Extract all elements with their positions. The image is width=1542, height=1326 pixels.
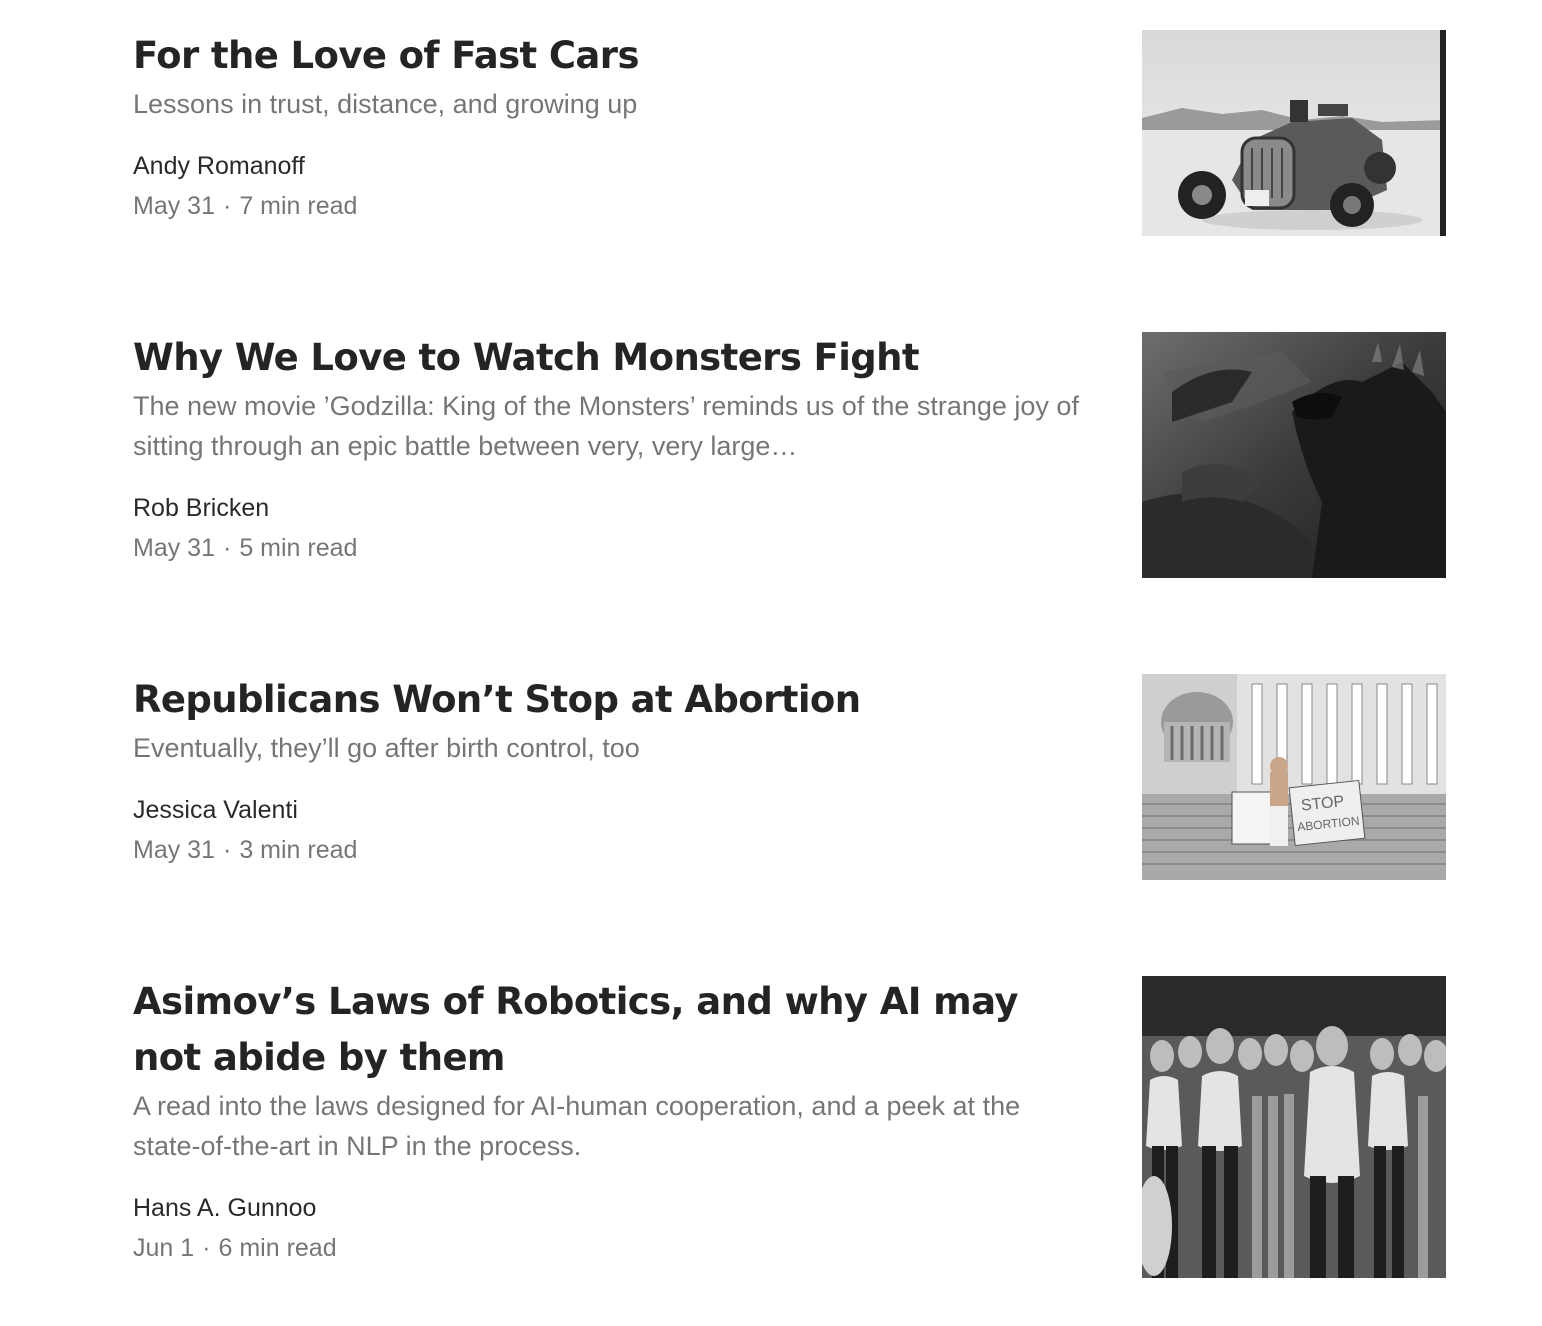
meta-separator: · <box>222 534 232 562</box>
story-read-time: 7 min read <box>239 192 358 220</box>
story-date: May 31 <box>133 836 215 864</box>
story-author[interactable]: Rob Bricken <box>133 490 269 526</box>
story-thumbnail-image[interactable]: STOP ABORTION <box>1142 674 1446 880</box>
story-text: Why We Love to Watch Monsters Fight The … <box>133 330 1083 566</box>
story-date: May 31 <box>133 534 215 562</box>
story-meta: May 31 · 5 min read <box>133 530 1083 566</box>
story-read-time: 5 min read <box>239 534 358 562</box>
meta-separator: · <box>222 836 232 864</box>
story-read-time: 3 min read <box>239 836 358 864</box>
story-author[interactable]: Hans A. Gunnoo <box>133 1190 316 1226</box>
story-subtitle: A read into the laws designed for AI-hum… <box>133 1091 1021 1161</box>
story-feed: For the Love of Fast Cars Lessons in tru… <box>0 0 1542 1326</box>
meta-separator: · <box>222 192 232 220</box>
story-title[interactable]: Republicans Won’t Stop at Abortion <box>133 672 1083 728</box>
story-title[interactable]: Why We Love to Watch Monsters Fight <box>133 330 1083 386</box>
story-text: Asimov’s Laws of Robotics, and why AI ma… <box>133 974 1083 1266</box>
story-meta: Jun 1 · 6 min read <box>133 1230 1083 1266</box>
hot-rod-car-icon <box>1142 30 1446 236</box>
story-title[interactable]: For the Love of Fast Cars <box>133 28 1083 84</box>
story-thumbnail-image[interactable] <box>1142 30 1446 236</box>
story-thumbnail-image[interactable] <box>1142 976 1446 1278</box>
story-subtitle: The new movie ’Godzilla: King of the Mon… <box>133 391 1079 461</box>
story-meta: May 31 · 3 min read <box>133 832 1083 868</box>
story-date: Jun 1 <box>133 1234 195 1262</box>
story-author[interactable]: Andy Romanoff <box>133 148 305 184</box>
story-subtitle: Lessons in trust, distance, and growing … <box>133 89 638 119</box>
story-thumbnail-image[interactable] <box>1142 332 1446 578</box>
story-title[interactable]: Asimov’s Laws of Robotics, and why AI ma… <box>133 974 1083 1086</box>
godzilla-monster-icon <box>1142 332 1446 578</box>
meta-separator: · <box>202 1234 211 1262</box>
story-text: For the Love of Fast Cars Lessons in tru… <box>133 28 1083 224</box>
story-subtitle: Eventually, they’ll go after birth contr… <box>133 733 640 763</box>
story-date: May 31 <box>133 192 215 220</box>
story-author[interactable]: Jessica Valenti <box>133 792 298 828</box>
story-read-time: 6 min read <box>218 1234 337 1262</box>
story-text: Republicans Won’t Stop at Abortion Event… <box>133 672 1083 868</box>
capitol-building-icon: STOP ABORTION <box>1142 674 1446 880</box>
robot-crowd-icon <box>1142 976 1446 1278</box>
story-meta: May 31 · 7 min read <box>133 188 1083 224</box>
